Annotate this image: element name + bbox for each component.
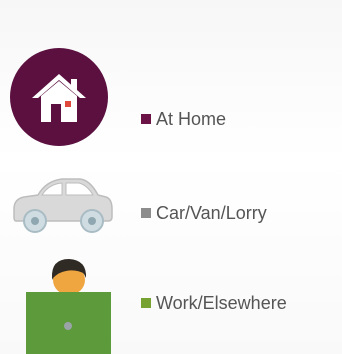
person-at-laptop-icon — [26, 256, 111, 354]
house-icon — [10, 48, 108, 146]
legend-label: Work/Elsewhere — [156, 293, 287, 313]
legend-swatch — [141, 208, 151, 218]
car-icon — [10, 173, 114, 235]
legend-item-work-elsewhere: Work/Elsewhere — [141, 291, 287, 315]
legend-label: At Home — [156, 109, 227, 129]
legend-item-car-van-lorry: Car/Van/Lorry — [141, 201, 267, 225]
legend-panel: At Home Car/Van/Lorry Work/Elsewhere — [0, 0, 342, 354]
legend-item-at-home: At Home — [141, 107, 226, 131]
legend-swatch — [141, 114, 151, 124]
legend-swatch — [141, 298, 151, 308]
legend-label: Car/Van/Lorry — [156, 203, 267, 223]
